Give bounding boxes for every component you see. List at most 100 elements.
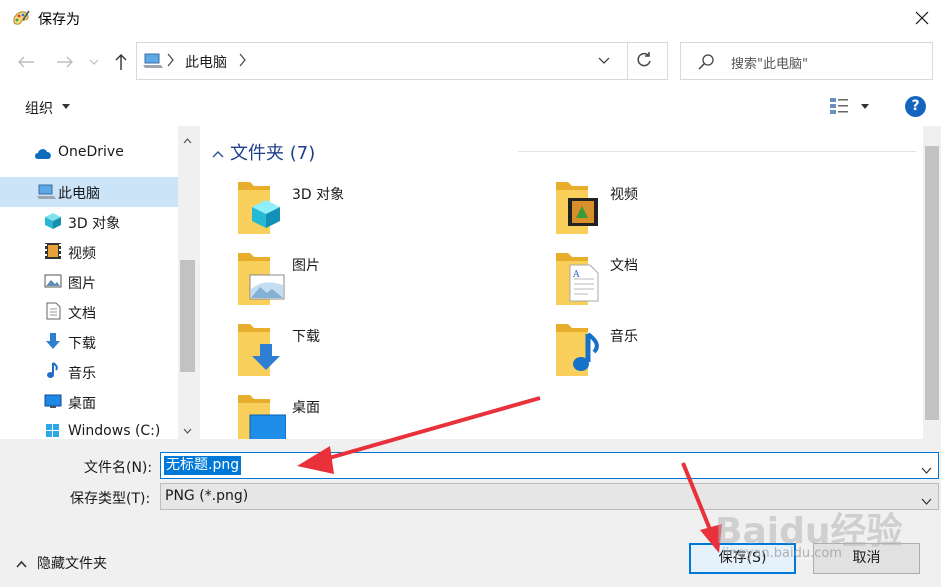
folder-label: 视频 (610, 187, 638, 203)
folder-icon (236, 178, 286, 242)
folder-icon (554, 178, 604, 242)
chevron-right-icon[interactable] (239, 53, 247, 71)
music-icon (44, 362, 62, 384)
folder-icon (236, 320, 286, 384)
sidebar-item-this-pc[interactable]: 此电脑 (0, 177, 178, 207)
refresh-icon (637, 52, 651, 67)
folder-tile[interactable]: 3D 对象 (236, 178, 536, 240)
filename-label: 文件名(N): (84, 460, 153, 476)
folder-label: 音乐 (610, 329, 638, 345)
close-icon (915, 11, 929, 25)
chevron-down-icon (89, 59, 99, 65)
back-button[interactable] (14, 50, 38, 74)
filetype-label: 保存类型(T): (70, 491, 151, 507)
sidebar-item-label: 视频 (68, 246, 96, 262)
folder-icon (554, 320, 604, 384)
svg-text:A: A (572, 270, 580, 280)
up-button[interactable] (109, 50, 133, 74)
navigation-pane-scrollbar[interactable] (178, 126, 197, 439)
folder-label: 下载 (292, 329, 320, 345)
sidebar-item-3d-objects[interactable]: 3D 对象 (0, 207, 178, 237)
cube-icon (44, 212, 62, 234)
folder-tile[interactable]: 下载 (236, 320, 536, 382)
caret-down-icon (62, 104, 70, 109)
video-icon (44, 242, 62, 264)
scroll-up-icon[interactable] (183, 132, 192, 148)
forward-button[interactable] (53, 50, 77, 74)
folder-tile[interactable]: 桌面 (236, 391, 536, 439)
paint-app-icon (11, 8, 31, 28)
folder-tile[interactable]: 视频 (554, 178, 854, 240)
address-path[interactable]: 此电脑 (185, 52, 227, 72)
chevron-down-icon (598, 57, 610, 64)
search-box[interactable]: 搜索"此电脑" (680, 42, 933, 80)
chevron-down-icon[interactable] (921, 462, 932, 478)
address-history-dropdown[interactable] (597, 53, 611, 71)
chevron-down-icon[interactable] (921, 493, 932, 509)
folder-label: 图片 (292, 258, 320, 274)
folder-tile[interactable]: 图片 (236, 249, 536, 311)
computer-icon (143, 52, 163, 74)
sidebar-item-documents[interactable]: 文档 (0, 297, 178, 327)
window-title: 保存为 (38, 12, 80, 28)
sidebar-item-windows-c[interactable]: Windows (C:) (0, 417, 178, 439)
folder-label: 桌面 (292, 400, 320, 416)
sidebar-item-label: 下载 (68, 336, 96, 352)
sidebar-item-label: 图片 (68, 276, 96, 292)
file-list-scrollbar[interactable] (923, 126, 941, 439)
sidebar-item-pictures[interactable]: 图片 (0, 267, 178, 297)
filetype-value: PNG (*.png) (165, 488, 249, 504)
scrollbar-thumb[interactable] (180, 260, 195, 372)
folders-group-header[interactable]: 文件夹 (7) (230, 139, 315, 165)
sidebar-item-label: 3D 对象 (68, 216, 121, 232)
sidebar-item-onedrive[interactable]: OneDrive (0, 138, 178, 168)
sidebar-item-videos[interactable]: 视频 (0, 237, 178, 267)
help-button[interactable]: ? (905, 96, 926, 117)
navigation-pane: OneDrive 此电脑 3D 对象 视频 图片 文档 下载 音乐 桌面 Win… (0, 126, 197, 439)
folder-tile[interactable]: 音乐 (554, 320, 854, 382)
document-icon (44, 302, 62, 324)
download-icon (44, 332, 62, 354)
sidebar-item-label: 桌面 (68, 396, 96, 412)
chevron-right-icon (167, 53, 175, 71)
address-divider (627, 43, 628, 79)
sidebar-item-downloads[interactable]: 下载 (0, 327, 178, 357)
folder-icon (236, 249, 286, 313)
address-bar[interactable]: 此电脑 (136, 42, 668, 80)
refresh-button[interactable] (634, 50, 654, 74)
sidebar-item-music[interactable]: 音乐 (0, 357, 178, 387)
organize-button[interactable]: 组织 (25, 98, 53, 118)
folder-label: 3D 对象 (292, 187, 345, 203)
group-divider (518, 151, 916, 152)
arrow-left-icon (18, 56, 34, 68)
folder-icon: A (554, 249, 604, 313)
filename-input[interactable]: 无标题.png (160, 452, 939, 479)
recent-locations-button[interactable] (85, 50, 103, 74)
folder-tile[interactable]: A 文档 (554, 249, 854, 311)
close-button[interactable] (903, 0, 941, 36)
drive-icon (44, 422, 62, 439)
command-bar: 组织 ? (0, 86, 941, 126)
sidebar-item-desktop[interactable]: 桌面 (0, 387, 178, 417)
search-icon (697, 53, 715, 75)
scrollbar-thumb[interactable] (925, 146, 939, 420)
sidebar-item-label: Windows (C:) (68, 423, 161, 439)
hide-folders-label: 隐藏文件夹 (37, 556, 107, 572)
filename-value[interactable]: 无标题.png (164, 456, 242, 475)
chevron-up-icon (16, 556, 27, 572)
baidu-watermark-url: jingyan.baidu.com (722, 546, 842, 561)
folder-icon (236, 391, 287, 439)
sidebar-item-label: 文档 (68, 306, 96, 322)
sidebar-item-label: 音乐 (68, 366, 96, 382)
arrow-up-icon (115, 54, 127, 70)
save-as-dialog: 保存为 此电脑 搜索"此电脑" 组织 ? OneDrive 此电脑 3D 对象 … (0, 0, 941, 587)
sidebar-item-label: OneDrive (58, 144, 124, 160)
search-placeholder: 搜索"此电脑" (731, 57, 808, 72)
view-options-button[interactable] (829, 97, 849, 119)
arrow-right-icon (57, 56, 73, 68)
view-caret-icon[interactable] (861, 104, 869, 109)
scroll-down-icon[interactable] (183, 422, 192, 438)
chevron-up-icon[interactable] (212, 146, 224, 162)
desktop-icon (44, 392, 62, 414)
folder-label: 文档 (610, 258, 638, 274)
